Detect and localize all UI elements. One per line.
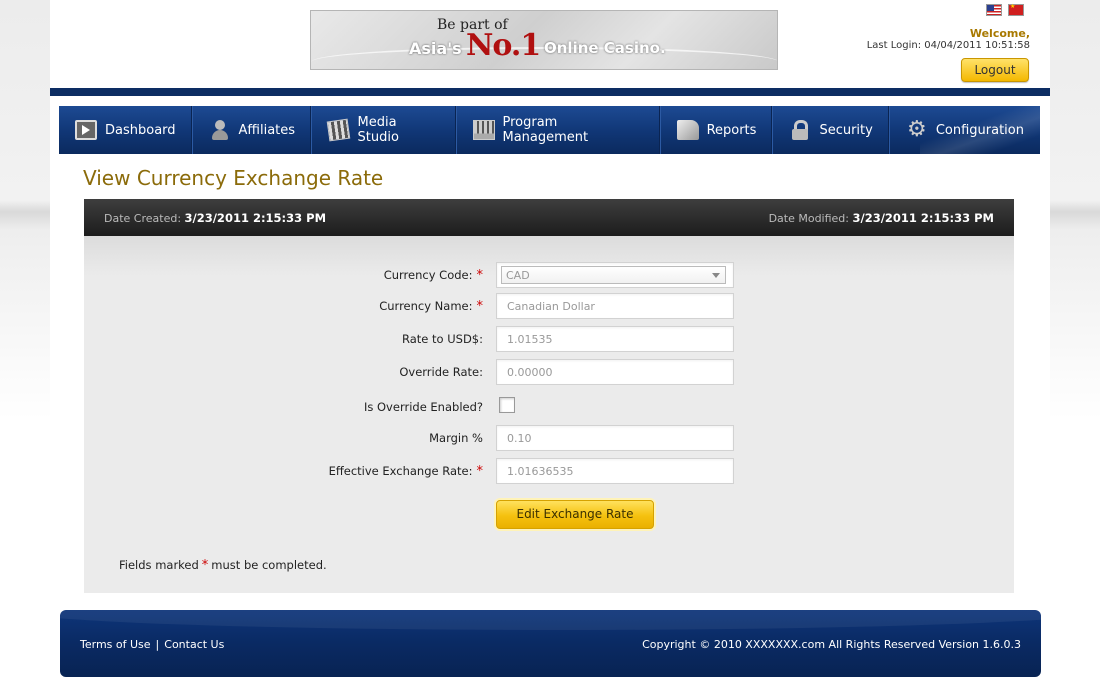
- currency-code-label: Currency Code: *: [383, 268, 484, 283]
- logout-button[interactable]: Logout: [961, 58, 1029, 82]
- currency-name-row: Currency Name: * Canadian Dollar: [84, 293, 1014, 319]
- nav-label: Configuration: [935, 122, 1024, 138]
- date-modified-value: 3/23/2011 2:15:33 PM: [852, 210, 995, 225]
- panel-body: Currency Code: * CAD Currency Name: * Cana…: [84, 236, 1014, 593]
- welcome-text: Welcome,: [969, 27, 1030, 40]
- currency-code-select-wrap: CAD: [496, 262, 734, 288]
- margin-input[interactable]: 0.10: [496, 425, 734, 451]
- us-flag-icon[interactable]: [986, 4, 1002, 16]
- date-created: Date Created: 3/23/2011 2:15:33 PM: [104, 211, 326, 225]
- rate-to-usd-label: Rate to USD$:: [402, 332, 483, 346]
- date-created-value: 3/23/2011 2:15:33 PM: [184, 210, 327, 225]
- required-marker: *: [476, 464, 484, 479]
- nav-label: Affiliates: [238, 122, 296, 138]
- casino-banner[interactable]: Be part of Asia's No.1 Online Casino.: [310, 10, 778, 70]
- nav-label: Security: [819, 122, 873, 138]
- effective-rate-label: Effective Exchange Rate: *: [328, 464, 484, 479]
- exchange-rate-panel: Date Created: 3/23/2011 2:15:33 PM Date …: [84, 199, 1014, 593]
- override-rate-input[interactable]: 0.00000: [496, 359, 734, 385]
- copyright-text: Copyright © 2010 XXXXXXX.com All Rights …: [642, 638, 1021, 651]
- page: Be part of Asia's No.1 Online Casino. We…: [50, 0, 1050, 685]
- banner-no1: No.1: [466, 28, 541, 63]
- nav-item-configuration[interactable]: ⚙ Configuration: [890, 106, 1040, 154]
- nav-item-dashboard[interactable]: Dashboard: [59, 106, 193, 154]
- dashboard-icon: [75, 120, 97, 140]
- rate-to-usd-row: Rate to USD$: 1.01535: [84, 326, 1014, 352]
- gear-icon: ⚙: [906, 117, 927, 142]
- nav-item-media-studio[interactable]: Media Studio: [312, 106, 457, 154]
- effective-rate-input[interactable]: 1.01636535: [496, 458, 734, 484]
- banner-asia: Asia's: [409, 39, 462, 58]
- nav-item-security[interactable]: Security: [773, 106, 890, 154]
- edit-exchange-rate-button[interactable]: Edit Exchange Rate: [496, 500, 654, 529]
- nav-label: Reports: [706, 122, 757, 138]
- rate-to-usd-input[interactable]: 1.01535: [496, 326, 734, 352]
- override-rate-label: Override Rate:: [399, 365, 483, 379]
- override-enabled-row: Is Override Enabled?: [84, 394, 1014, 420]
- required-marker: *: [476, 268, 484, 283]
- footer: Terms of Use | Contact Us Copyright © 2010…: [60, 610, 1041, 677]
- main-nav: Dashboard Affiliates Media Studio Progra…: [59, 106, 1040, 154]
- date-modified: Date Modified: 3/23/2011 2:15:33 PM: [769, 211, 994, 225]
- footer-separator: |: [155, 638, 160, 651]
- date-modified-label: Date Modified:: [768, 211, 849, 225]
- currency-code-select[interactable]: CAD: [501, 266, 726, 284]
- override-rate-row: Override Rate: 0.00000: [84, 359, 1014, 385]
- margin-row: Margin % 0.10: [84, 425, 1014, 451]
- nav-label: Program Management: [502, 115, 589, 145]
- nav-label: Dashboard: [105, 122, 176, 138]
- terms-of-use-link[interactable]: Terms of Use: [80, 638, 151, 651]
- banner-online-casino: Online Casino.: [544, 39, 666, 57]
- effective-rate-row: Effective Exchange Rate: * 1.01636535: [84, 458, 1014, 484]
- override-enabled-label: Is Override Enabled?: [363, 400, 483, 414]
- nav-item-program-management[interactable]: Program Management: [457, 106, 661, 154]
- currency-code-row: Currency Code: * CAD: [84, 262, 1014, 288]
- program-chart-icon: [473, 120, 495, 140]
- affiliates-icon: [209, 120, 231, 140]
- reports-icon: [676, 120, 699, 140]
- footer-links: Terms of Use | Contact Us: [80, 638, 224, 651]
- contact-us-link[interactable]: Contact Us: [164, 638, 224, 651]
- required-marker: *: [201, 558, 209, 573]
- header: Be part of Asia's No.1 Online Casino. We…: [50, 0, 1050, 96]
- override-enabled-checkbox[interactable]: [499, 397, 515, 413]
- margin-label: Margin %: [429, 431, 483, 445]
- date-created-label: Date Created:: [104, 211, 182, 225]
- nav-item-affiliates[interactable]: Affiliates: [193, 106, 313, 154]
- clapperboard-icon: [326, 118, 351, 142]
- currency-name-label: Currency Name: *: [379, 299, 483, 314]
- lock-icon: [789, 120, 811, 140]
- currency-name-input[interactable]: Canadian Dollar: [496, 293, 734, 319]
- required-marker: *: [476, 299, 484, 314]
- panel-header: Date Created: 3/23/2011 2:15:33 PM Date …: [84, 199, 1014, 236]
- page-title: View Currency Exchange Rate: [83, 166, 384, 190]
- last-login-text: Last Login: 04/04/2011 10:51:58: [866, 40, 1030, 51]
- required-fields-note: Fields marked * must be completed.: [119, 558, 327, 573]
- header-divider: [50, 88, 1050, 96]
- china-flag-icon[interactable]: [1008, 3, 1024, 16]
- nav-label: Media Studio: [357, 115, 399, 145]
- nav-item-reports[interactable]: Reports: [661, 106, 774, 154]
